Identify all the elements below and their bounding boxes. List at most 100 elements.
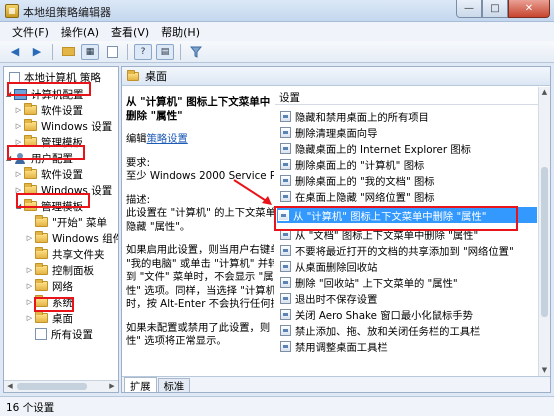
doc-icon [35,328,47,340]
expand-icon[interactable]: ▷ [25,314,34,322]
scroll-right-icon[interactable]: ▶ [107,382,117,391]
tab-standard[interactable]: 标准 [157,378,191,392]
show-tree-icon[interactable]: ▦ [81,43,99,60]
toolbar-separator [127,43,128,60]
scroll-thumb[interactable] [17,383,87,390]
list-item[interactable]: 禁止添加、拖、放和关闭任务栏的工具栏 [279,322,538,338]
scroll-up-icon[interactable]: ▲ [540,88,549,98]
tree-item-computer-config[interactable]: ◢ 计算机配置 [4,86,84,102]
expand-icon[interactable]: ▷ [14,106,23,114]
edit-policy-link[interactable]: 策略设置 [147,133,188,145]
tree-item-shared-folders[interactable]: 共享文件夹 [34,246,105,262]
collapse-icon[interactable]: ◢ [14,202,23,210]
scroll-left-icon[interactable]: ◀ [5,382,15,391]
expand-icon[interactable]: ▷ [25,298,34,306]
tree-item-windows-settings[interactable]: ▷ Windows 设置 [14,118,112,134]
scroll-down-icon[interactable]: ▼ [540,366,549,376]
forward-arrow-icon[interactable]: ▶ [28,44,46,60]
filter-icon[interactable] [187,44,205,60]
disabled-text: 性" 选项将正常显示。 [126,335,227,347]
help-icon[interactable]: ? [134,43,152,60]
list-item[interactable]: 隐藏和禁用桌面上的所有项目 [279,108,538,124]
list-item-label: 删除桌面上的 "计算机" 图标 [295,159,425,172]
expand-icon[interactable]: ▷ [25,266,34,274]
back-arrow-icon[interactable]: ◀ [6,44,24,60]
list-item-label: 从 "计算机" 图标上下文菜单中删除 "属性" [293,210,487,223]
pane-header-label: 桌面 [145,70,167,83]
list-item[interactable]: 删除 "回收站" 上下文菜单的 "属性" [279,274,538,290]
tree-item-windows-components[interactable]: ▷ Windows 组件 [25,230,118,246]
enabled-text: 如果启用此设置，则当用户右键单击 [126,244,274,256]
setting-title: 从 "计算机" 图标上下文菜单中删除 "属性" [126,96,271,122]
requirements-label: 要求: [126,156,151,169]
list-item-label: 退出时不保存设置 [295,293,378,306]
folder-icon [35,263,48,275]
expand-icon[interactable]: ▷ [14,186,23,194]
close-button[interactable]: ✕ [508,0,550,18]
edit-line: 编辑策略设置 [126,133,274,147]
tree-item-label: 软件设置 [41,168,83,181]
view-icon[interactable]: ▤ [156,43,174,60]
tree-item-user-config[interactable]: ◢ 用户配置 [4,150,73,166]
expand-icon[interactable]: ▷ [14,122,23,130]
menu-action[interactable]: 操作(A) [55,24,105,40]
tree-item-network[interactable]: ▷ 网络 [25,278,73,294]
tree-item-desktop[interactable]: ▷ 桌面 [25,310,73,326]
list-item[interactable]: 隐藏桌面上的 Internet Explorer 图标 [279,140,538,156]
tree-item-user-windows-settings[interactable]: ▷ Windows 设置 [14,182,112,198]
menu-file[interactable]: 文件(F) [6,24,55,40]
tree-item-start-menu[interactable]: "开始" 菜单 [34,214,107,230]
menu-view[interactable]: 查看(V) [105,24,155,40]
list-vertical-scrollbar[interactable]: ▲ ▼ [538,87,550,377]
list-item-selected[interactable]: 从 "计算机" 图标上下文菜单中删除 "属性" [277,207,537,223]
column-header-setting[interactable]: 设置 [275,87,538,105]
list-item-label: 从桌面删除回收站 [295,261,378,274]
properties-icon[interactable] [103,44,121,60]
expand-icon[interactable]: ▷ [14,170,23,178]
tree-item-all-settings[interactable]: 所有设置 [34,326,93,342]
folder-icon [24,103,37,115]
list-item-label: 不要将最近打开的文档的共享添加到 "网络位置" [295,245,514,258]
folder-icon [35,215,48,227]
tree-item-label: 管理模板 [41,200,83,213]
collapse-icon[interactable]: ◢ [4,90,13,98]
tree-item-label: "开始" 菜单 [52,216,107,229]
enabled-text: "我的电脑" 或单击 "计算机" 并转 [126,257,274,270]
tree-item-control-panel[interactable]: ▷ 控制面板 [25,262,94,278]
list-item[interactable]: 删除桌面上的 "我的文档" 图标 [279,172,538,188]
enabled-text: 时，按 Alt-Enter 不会执行任何操作。 [126,298,274,310]
scroll-thumb[interactable] [541,167,548,317]
tree-root[interactable]: 本地计算机 策略 [8,69,101,85]
list-item[interactable]: 删除清理桌面向导 [279,124,538,140]
list-item[interactable]: 从桌面删除回收站 [279,258,538,274]
list-item[interactable]: 从 "文档" 图标上下文菜单中删除 "属性" [279,226,538,242]
tree-item-user-software-settings[interactable]: ▷ 软件设置 [14,166,83,182]
menu-help[interactable]: 帮助(H) [155,24,206,40]
setting-icon [280,174,291,186]
list-item[interactable]: 删除桌面上的 "计算机" 图标 [279,156,538,172]
expand-icon[interactable]: ▷ [25,234,34,242]
tree-horizontal-scrollbar[interactable]: ◀ ▶ [4,380,118,392]
setting-icon [280,324,291,336]
expand-icon[interactable]: ▷ [14,138,23,146]
settings-list: 设置 隐藏和禁用桌面上的所有项目 删除清理桌面向导 隐藏桌面上的 Interne… [275,87,538,377]
details-pane: 桌面 从 "计算机" 图标上下文菜单中删除 "属性" 编辑策略设置 要求: 至少… [121,66,551,393]
tree-item-label: Windows 设置 [41,184,113,197]
list-item-label: 删除 "回收站" 上下文菜单的 "属性" [295,277,458,290]
list-item[interactable]: 在桌面上隐藏 "网络位置" 图标 [279,188,538,204]
tab-extended[interactable]: 扩展 [124,377,157,392]
tree-item-software-settings[interactable]: ▷ 软件设置 [14,102,83,118]
tree-item-system[interactable]: ▷ 系统 [25,294,73,310]
list-item[interactable]: 不要将最近打开的文档的共享添加到 "网络位置" [279,242,538,258]
tree-item-user-admin-templates[interactable]: ◢ 管理模板 [14,198,83,214]
minimize-button[interactable]: — [456,0,482,18]
tree-item-label: 软件设置 [41,104,83,117]
up-folder-icon[interactable] [59,44,77,60]
expand-icon[interactable]: ▷ [25,282,34,290]
tree-item-admin-templates[interactable]: ▷ 管理模板 [14,134,83,150]
collapse-icon[interactable]: ◢ [4,154,13,162]
list-item[interactable]: 退出时不保存设置 [279,290,538,306]
list-item[interactable]: 关闭 Aero Shake 窗口最小化鼠标手势 [279,306,538,322]
list-item[interactable]: 禁用调整桌面工具栏 [279,338,538,354]
maximize-button[interactable]: □ [482,0,508,18]
